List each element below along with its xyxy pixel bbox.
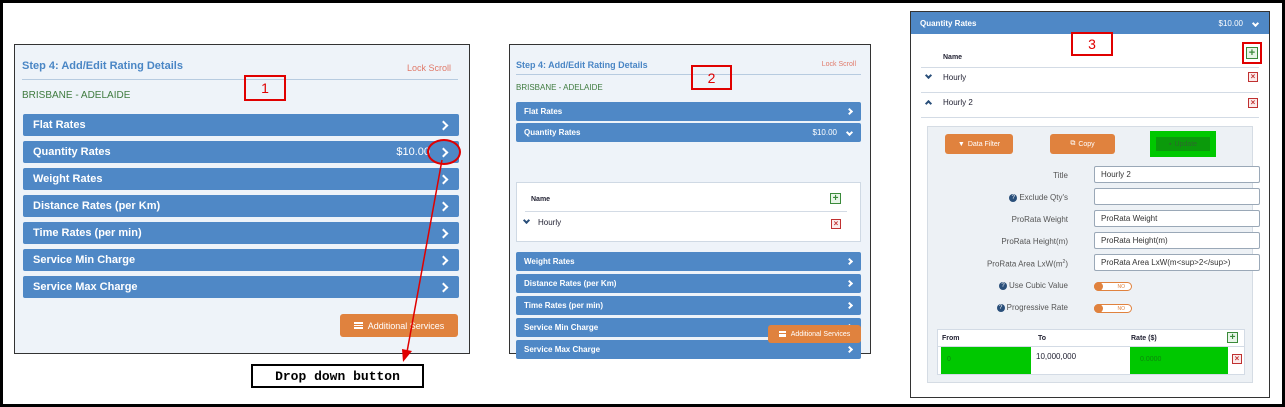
list-item-hourly-2[interactable]: Hourly 2 — [943, 98, 973, 107]
row-divider — [921, 92, 1259, 93]
rate-bar-label: Service Max Charge — [524, 345, 601, 354]
header-label: Quantity Rates — [920, 18, 977, 28]
divider — [516, 74, 861, 75]
rate-bar-flat[interactable]: Flat Rates — [516, 102, 861, 121]
exclude-qty-input[interactable] — [1094, 188, 1260, 205]
delete-range-button[interactable]: × — [1232, 354, 1242, 364]
copy-button[interactable]: ⧉ Copy — [1050, 134, 1115, 154]
chevron-right-icon[interactable] — [845, 107, 854, 116]
rate-value: 0.0000 — [1140, 356, 1162, 363]
lock-scroll-link[interactable]: Lock Scroll — [822, 61, 856, 68]
additional-services-button[interactable]: Additional Services — [768, 325, 861, 343]
update-button[interactable]: ▪ Update — [1150, 131, 1216, 157]
rate-bar-distance[interactable]: Distance Rates (per Km) — [516, 274, 861, 293]
header-value: $10.00 — [1218, 18, 1243, 28]
chevron-down-icon[interactable] — [845, 128, 854, 137]
chevron-down-icon[interactable] — [924, 71, 933, 80]
to-value[interactable]: 10,000,000 — [1036, 352, 1076, 361]
chevron-right-icon[interactable] — [845, 345, 854, 354]
delete-row-button[interactable]: × — [1248, 98, 1258, 108]
rate-bar-weight[interactable]: Weight Rates — [516, 252, 861, 271]
list-item-hourly[interactable]: Hourly — [943, 73, 966, 82]
update-label: Update — [1174, 140, 1198, 148]
progressive-rate-toggle[interactable]: NO — [1094, 304, 1132, 313]
rate-bar-label: Time Rates (per min) — [524, 301, 603, 310]
rate-bar-label: Weight Rates — [524, 257, 575, 266]
quantity-rates-list: Name + Hourly × — [516, 182, 861, 242]
quantity-rates-detail-panel: Quantity Rates $10.00 3 Name + Hourly × H… — [910, 11, 1270, 398]
copy-label: Copy — [1078, 140, 1095, 148]
rating-details-panel-expanded: Step 4: Add/Edit Rating Details Lock Scr… — [509, 44, 871, 359]
chevron-right-icon[interactable] — [845, 279, 854, 288]
route-label: BRISBANE - ADELAIDE — [516, 83, 603, 92]
row-divider — [921, 67, 1259, 68]
col-from-header: From — [942, 335, 960, 342]
copy-icon: ⧉ — [1070, 140, 1076, 147]
chevron-down-icon[interactable] — [1251, 19, 1260, 27]
dropdown-callout-label: Drop down button — [251, 364, 424, 388]
col-to-header: To — [1038, 335, 1047, 342]
step-marker-2: 2 — [691, 65, 732, 90]
add-range-button[interactable]: + — [1227, 332, 1238, 343]
chevron-right-icon[interactable] — [845, 301, 854, 310]
rate-bar-label: Distance Rates (per Km) — [524, 279, 617, 288]
toggle-text: NO — [1117, 284, 1126, 290]
row-divider — [921, 117, 1259, 118]
rate-bar-time[interactable]: Time Rates (per min) — [516, 296, 861, 315]
toggle-knob — [1094, 282, 1103, 291]
step-marker-3: 3 — [1071, 32, 1113, 56]
prorata-height-input[interactable]: ProRata Height(m) — [1094, 232, 1260, 249]
question-icon[interactable]: ? — [999, 281, 1007, 290]
title-input[interactable]: Hourly 2 — [1094, 166, 1260, 183]
list-icon — [778, 331, 786, 337]
from-value: 0 — [947, 356, 951, 363]
from-input[interactable]: 0 — [941, 347, 1031, 374]
quantity-rates-header[interactable]: Quantity Rates $10.00 — [911, 12, 1269, 34]
prorata-height-label: ProRata Height(m) — [1001, 237, 1068, 246]
name-column-header: Name — [943, 54, 963, 61]
prorata-weight-input[interactable]: ProRata Weight — [1094, 210, 1260, 227]
rate-bar-label: Flat Rates — [524, 107, 563, 116]
cubic-value-label: ? Use Cubic Value — [999, 281, 1068, 290]
delete-row-button[interactable]: × — [1248, 72, 1258, 82]
step-title: Step 4: Add/Edit Rating Details — [516, 60, 648, 70]
chevron-right-icon[interactable] — [845, 257, 854, 266]
row-divider — [525, 211, 847, 212]
cubic-value-toggle[interactable]: NO — [1094, 282, 1132, 291]
name-column-header: Name — [531, 196, 551, 203]
chevron-down-icon[interactable] — [522, 216, 531, 225]
prorata-area-input[interactable]: ProRata Area LxW(m<sup>2</sup>) — [1094, 254, 1260, 271]
rate-bar-quantity[interactable]: Quantity Rates $10.00 — [516, 123, 861, 142]
toggle-text: NO — [1117, 306, 1126, 312]
filter-icon: ▼ — [957, 140, 965, 148]
add-row-button[interactable]: + — [1246, 47, 1258, 59]
prorata-area-label: ProRata Area LxW(m2) — [986, 259, 1068, 269]
data-filter-label: Data Filter — [967, 140, 1001, 148]
rate-range-table: From To Rate ($) + 0 10,000,000 0.0000 × — [937, 329, 1245, 375]
title-label: Title — [1053, 171, 1068, 180]
prorata-weight-label: ProRata Weight — [1011, 215, 1068, 224]
question-icon[interactable]: ? — [1009, 193, 1018, 202]
rate-bar-label: Quantity Rates — [524, 128, 581, 137]
toggle-knob — [1094, 304, 1103, 313]
rate-input[interactable]: 0.0000 — [1130, 347, 1228, 374]
chevron-up-icon[interactable] — [924, 99, 933, 108]
question-icon[interactable]: ? — [996, 303, 1005, 312]
list-item-hourly[interactable]: Hourly — [538, 218, 561, 227]
delete-row-button[interactable]: × — [831, 219, 841, 229]
data-filter-button[interactable]: ▼ Data Filter — [945, 134, 1013, 154]
rate-detail-form: ▼ Data Filter ⧉ Copy ▪ Update Title Hourly … — [927, 126, 1260, 383]
col-rate-header: Rate ($) — [1131, 335, 1157, 342]
rate-bar-value: $10.00 — [812, 128, 837, 137]
progressive-rate-label: ? Progressive Rate — [996, 303, 1068, 312]
save-icon: ▪ — [1168, 140, 1172, 148]
additional-services-label: Additional Services — [790, 330, 851, 338]
add-row-button[interactable]: + — [830, 193, 841, 204]
exclude-qty-label: ? Exclude Qty's — [1009, 193, 1068, 202]
